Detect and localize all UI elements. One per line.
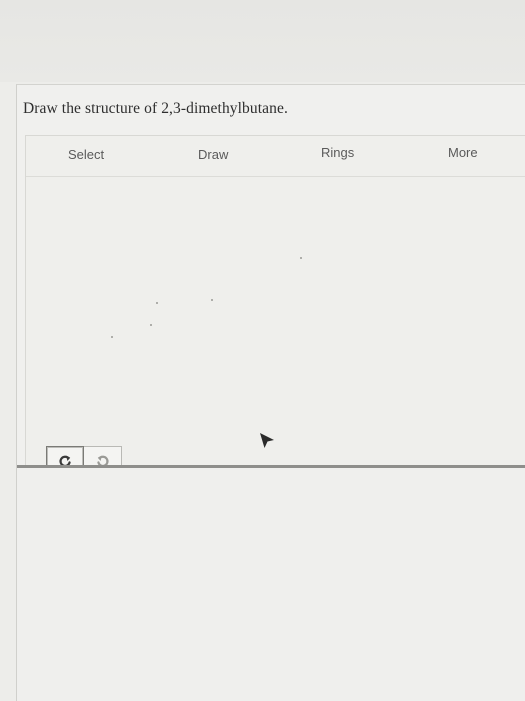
question-prompt: Draw the structure of 2,3-dimethylbutane… (23, 100, 288, 117)
browser-top-band (0, 0, 525, 82)
canvas-speck (111, 336, 113, 338)
tool-more[interactable]: More (448, 145, 478, 160)
canvas-speck (300, 257, 302, 259)
tool-draw[interactable]: Draw (198, 147, 228, 162)
tool-rings[interactable]: Rings (321, 145, 354, 160)
mouse-pointer-icon (260, 433, 274, 448)
question-panel: Draw the structure of 2,3-dimethylbutane… (16, 84, 525, 701)
structure-editor: Select Draw Rings More (25, 135, 525, 476)
drawing-canvas[interactable] (26, 177, 525, 476)
editor-toolbar: Select Draw Rings More (26, 136, 525, 177)
canvas-speck (150, 324, 152, 326)
tool-select[interactable]: Select (68, 147, 104, 162)
canvas-speck (156, 302, 158, 304)
lower-blank-area (17, 468, 525, 701)
canvas-speck (211, 299, 213, 301)
